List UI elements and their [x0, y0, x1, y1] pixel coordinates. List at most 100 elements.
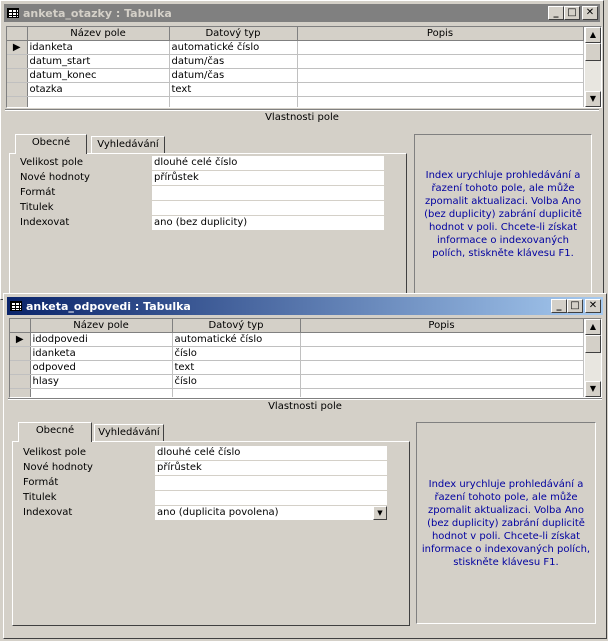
vertical-scrollbar[interactable]: ▲ ▼: [585, 27, 601, 107]
description-cell[interactable]: [297, 40, 584, 55]
minimize-button[interactable]: _: [551, 299, 567, 313]
table-row[interactable]: [7, 96, 584, 107]
property-label-indexed: Indexovat: [20, 217, 70, 228]
property-label-format: Formát: [20, 187, 56, 198]
field-name-cell[interactable]: idanketa: [30, 346, 173, 361]
data-type-cell[interactable]: [169, 96, 298, 107]
property-value-new-values[interactable]: přírůstek: [155, 461, 387, 475]
vertical-scrollbar[interactable]: ▲ ▼: [585, 319, 601, 397]
column-header-name[interactable]: Název pole: [30, 319, 173, 333]
maximize-icon: □: [567, 7, 577, 18]
description-cell[interactable]: [297, 68, 584, 83]
selector-header: [7, 27, 28, 41]
field-name-cell[interactable]: hlasy: [30, 374, 173, 389]
table-row[interactable]: datum_start datum/čas: [7, 54, 584, 69]
property-value-format[interactable]: [155, 476, 387, 490]
general-tab-panel: Velikost pole dlouhé celé číslo Nové hod…: [9, 153, 407, 299]
table-row[interactable]: idanketa číslo: [10, 346, 584, 361]
row-selector[interactable]: [10, 374, 31, 389]
property-value-field-size[interactable]: dlouhé celé číslo: [152, 156, 384, 170]
row-selector[interactable]: ▶: [10, 332, 31, 347]
description-cell[interactable]: [297, 96, 584, 107]
field-grid: Název pole Datový typ Popis ▶ idodpovedi…: [9, 318, 602, 398]
property-value-new-values[interactable]: přírůstek: [152, 171, 384, 185]
tab-lookup[interactable]: Vyhledávání: [94, 424, 164, 442]
data-type-cell[interactable]: [172, 388, 301, 397]
field-name-cell[interactable]: idanketa: [27, 40, 170, 55]
chevron-down-icon: ▼: [377, 509, 383, 517]
divider: [8, 398, 602, 400]
description-cell[interactable]: [300, 332, 584, 347]
titlebar[interactable]: anketa_odpovedi : Tabulka _ □ ✕: [7, 297, 603, 315]
column-header-type[interactable]: Datový typ: [169, 27, 298, 41]
data-type-cell[interactable]: číslo: [172, 374, 301, 389]
tab-general[interactable]: Obecné: [18, 422, 92, 442]
description-cell[interactable]: [297, 82, 584, 97]
tab-general[interactable]: Obecné: [15, 134, 87, 154]
minimize-icon: _: [556, 300, 562, 311]
column-header-name[interactable]: Název pole: [27, 27, 170, 41]
field-name-cell[interactable]: otazka: [27, 82, 170, 97]
data-type-cell[interactable]: automatické číslo: [172, 332, 301, 347]
data-type-cell[interactable]: číslo: [172, 346, 301, 361]
close-button[interactable]: ✕: [585, 299, 601, 313]
description-cell[interactable]: [300, 360, 584, 375]
data-type-cell[interactable]: datum/čas: [169, 68, 298, 83]
titlebar[interactable]: anketa_otazky : Tabulka _ □ ✕: [4, 4, 600, 22]
description-cell[interactable]: [300, 374, 584, 389]
column-header-desc[interactable]: Popis: [300, 319, 584, 333]
table-row[interactable]: otazka text: [7, 82, 584, 97]
field-name-cell[interactable]: datum_konec: [27, 68, 170, 83]
property-value-indexed[interactable]: ano (bez duplicity): [152, 216, 384, 230]
scroll-up-button[interactable]: ▲: [585, 319, 601, 335]
table-row[interactable]: ▶ idanketa automatické číslo: [7, 40, 584, 55]
row-selector[interactable]: ▶: [7, 40, 28, 55]
table-row[interactable]: odpoved text: [10, 360, 584, 375]
indexed-select[interactable]: ano (duplicita povolena) ▼: [155, 506, 387, 520]
table-row[interactable]: ▶ idodpovedi automatické číslo: [10, 332, 584, 347]
data-type-cell[interactable]: automatické číslo: [169, 40, 298, 55]
field-name-cell[interactable]: datum_start: [27, 54, 170, 69]
close-button[interactable]: ✕: [582, 6, 598, 20]
maximize-button[interactable]: □: [564, 6, 580, 20]
table-row[interactable]: datum_konec datum/čas: [7, 68, 584, 83]
scroll-thumb[interactable]: [585, 335, 601, 353]
column-header-desc[interactable]: Popis: [297, 27, 584, 41]
tab-lookup[interactable]: Vyhledávání: [91, 136, 165, 154]
field-name-cell[interactable]: [30, 388, 173, 397]
scroll-down-button[interactable]: ▼: [585, 91, 601, 107]
property-label-field-size: Velikost pole: [20, 157, 84, 168]
scroll-thumb[interactable]: [585, 43, 601, 61]
table-row[interactable]: [10, 388, 584, 397]
data-type-cell[interactable]: datum/čas: [169, 54, 298, 69]
table-row[interactable]: hlasy číslo: [10, 374, 584, 389]
window-anketa-odpovedi: anketa_odpovedi : Tabulka _ □ ✕ Název po…: [3, 293, 607, 639]
row-selector[interactable]: [10, 360, 31, 375]
row-selector[interactable]: [7, 96, 28, 107]
minimize-button[interactable]: _: [548, 6, 564, 20]
maximize-button[interactable]: □: [567, 299, 583, 313]
close-icon: ✕: [585, 7, 595, 18]
property-value-field-size[interactable]: dlouhé celé číslo: [155, 446, 387, 460]
column-header-type[interactable]: Datový typ: [172, 319, 301, 333]
general-tab-panel: Velikost pole dlouhé celé číslo Nové hod…: [12, 441, 410, 626]
row-selector[interactable]: [10, 388, 31, 397]
property-value-caption[interactable]: [155, 491, 387, 505]
row-selector[interactable]: [10, 346, 31, 361]
row-selector[interactable]: [7, 54, 28, 69]
property-value-caption[interactable]: [152, 201, 384, 215]
field-name-cell[interactable]: odpoved: [30, 360, 173, 375]
scroll-down-button[interactable]: ▼: [585, 381, 601, 397]
data-type-cell[interactable]: text: [169, 82, 298, 97]
property-value-format[interactable]: [152, 186, 384, 200]
description-cell[interactable]: [297, 54, 584, 69]
data-type-cell[interactable]: text: [172, 360, 301, 375]
field-name-cell[interactable]: idodpovedi: [30, 332, 173, 347]
description-cell[interactable]: [300, 388, 584, 397]
dropdown-button[interactable]: ▼: [373, 506, 387, 520]
row-selector[interactable]: [7, 82, 28, 97]
field-name-cell[interactable]: [27, 96, 170, 107]
scroll-up-button[interactable]: ▲: [585, 27, 601, 43]
description-cell[interactable]: [300, 346, 584, 361]
row-selector[interactable]: [7, 68, 28, 83]
